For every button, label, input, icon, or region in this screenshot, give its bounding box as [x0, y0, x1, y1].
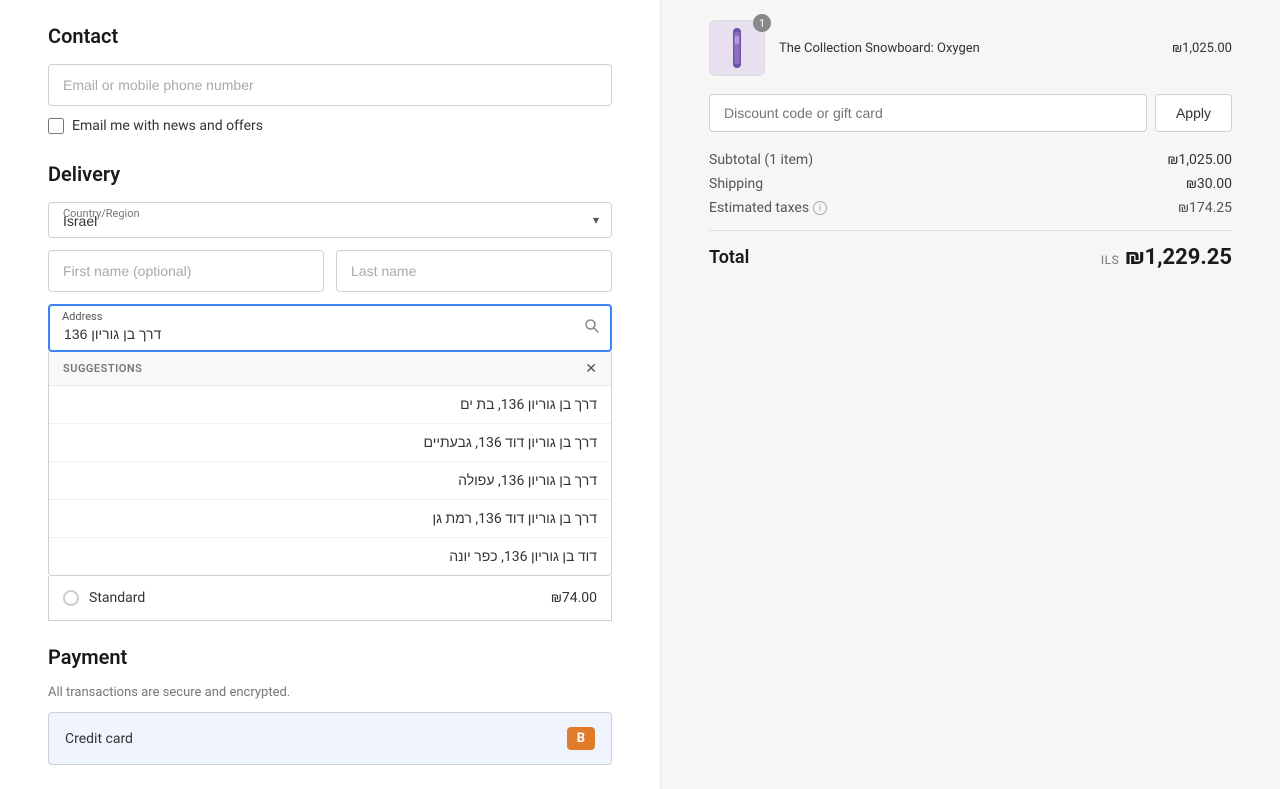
email-input[interactable]	[48, 64, 612, 106]
product-name: The Collection Snowboard: Oxygen	[779, 41, 1158, 56]
taxes-label-text: Estimated taxes	[709, 200, 809, 216]
shipping-row: Shipping ₪30.00	[709, 176, 1232, 192]
shipping-label: Shipping	[709, 176, 763, 192]
total-label: Total	[709, 247, 749, 268]
first-name-input[interactable]	[48, 250, 324, 292]
delivery-title: Delivery	[48, 162, 612, 186]
total-value: ₪1,229.25	[1125, 245, 1232, 270]
taxes-value: ₪174.25	[1178, 200, 1232, 216]
discount-row: Apply	[709, 94, 1232, 132]
suggestions-header-text: SUGGESTIONS	[63, 362, 142, 375]
discount-input[interactable]	[709, 94, 1147, 132]
product-row: 1 The Collection Snowboard: Oxygen ₪1,02…	[709, 20, 1232, 76]
suggestion-item[interactable]: דוד בן גוריון 136, כפר יונה	[49, 538, 611, 575]
shipping-option-row: Standard ₪74.00	[48, 576, 612, 621]
address-search-icon	[584, 318, 600, 338]
standard-shipping-radio[interactable]	[63, 590, 79, 606]
email-news-label: Email me with news and offers	[72, 118, 263, 134]
subtotal-label: Subtotal (1 item)	[709, 152, 813, 168]
payment-subtitle: All transactions are secure and encrypte…	[48, 685, 612, 700]
contact-title: Contact	[48, 24, 612, 48]
suggestion-item[interactable]: דרך בן גוריון 136, עפולה	[49, 462, 611, 500]
apply-button[interactable]: Apply	[1155, 94, 1232, 132]
standard-shipping-label: Standard	[89, 590, 145, 606]
total-row: Total ILS ₪1,229.25	[709, 230, 1232, 270]
credit-card-label: Credit card	[65, 731, 133, 747]
total-currency: ILS	[1101, 253, 1119, 267]
subtotal-row: Subtotal (1 item) ₪1,025.00	[709, 152, 1232, 168]
suggestions-close-button[interactable]: ✕	[585, 360, 597, 377]
country-dropdown-arrow: ▾	[593, 213, 599, 227]
taxes-row: Estimated taxes i ₪174.25	[709, 200, 1232, 216]
address-label: Address	[62, 310, 102, 323]
taxes-info-icon[interactable]: i	[813, 201, 827, 215]
subtotal-value: ₪1,025.00	[1168, 152, 1232, 168]
last-name-input[interactable]	[336, 250, 612, 292]
product-qty-badge: 1	[753, 14, 771, 32]
country-dropdown[interactable]: Israel	[63, 209, 577, 229]
country-label: Country/Region	[63, 207, 140, 220]
suggestion-item[interactable]: דרך בן גוריון 136, בת ים	[49, 386, 611, 424]
suggestions-dropdown: SUGGESTIONS ✕ דרך בן גוריון 136, בת ים ד…	[48, 352, 612, 576]
email-news-checkbox[interactable]	[48, 118, 64, 134]
product-price: ₪1,025.00	[1172, 41, 1232, 56]
standard-shipping-price: ₪74.00	[551, 590, 597, 606]
credit-card-badge: B	[567, 727, 595, 750]
payment-title: Payment	[48, 645, 612, 669]
address-input[interactable]	[48, 304, 612, 352]
suggestion-item[interactable]: דרך בן גוריון דוד 136, רמת גן	[49, 500, 611, 538]
suggestion-item[interactable]: דרך בן גוריון דוד 136, גבעתיים	[49, 424, 611, 462]
shipping-value: ₪30.00	[1186, 176, 1232, 192]
country-select-wrapper: Country/Region Israel ▾	[48, 202, 612, 238]
